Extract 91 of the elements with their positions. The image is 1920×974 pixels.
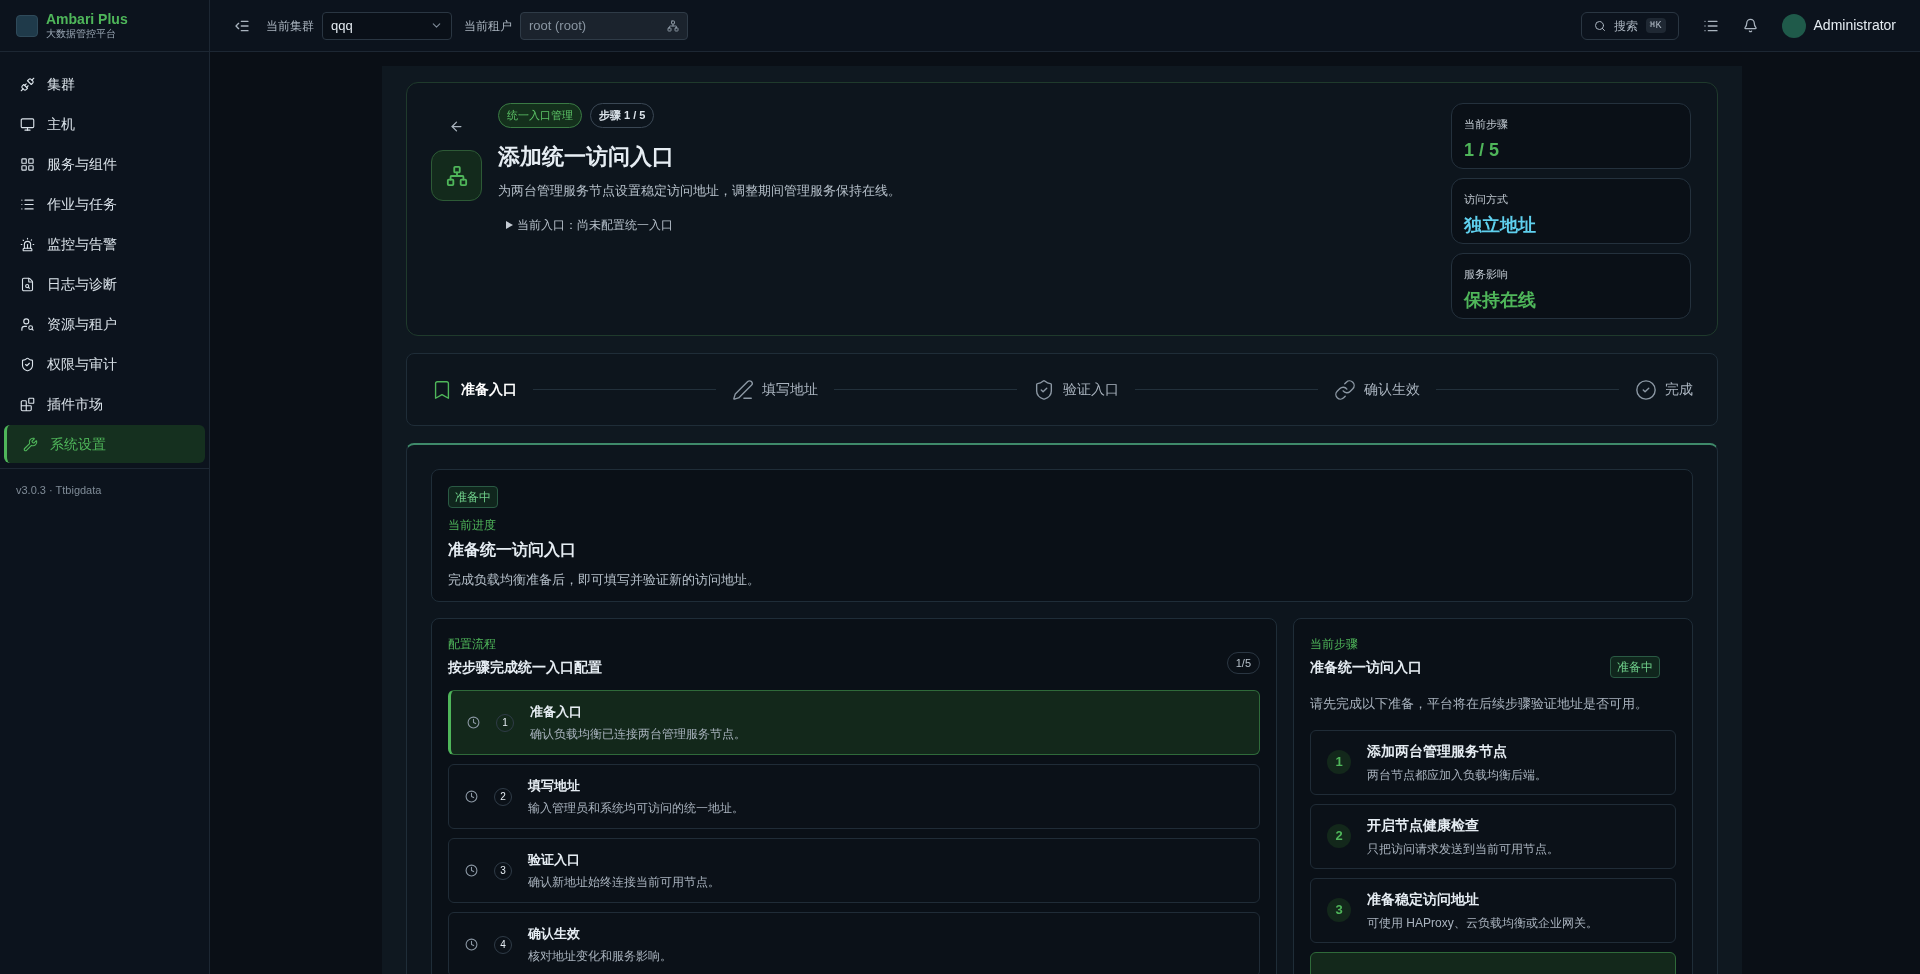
stat-value: 1 / 5 <box>1464 138 1501 162</box>
item-description: 可使用 HAProxy、云负载均衡或企业网关。 <box>1367 914 1598 932</box>
item-description: 两台节点都应加入负载均衡后端。 <box>1367 766 1547 784</box>
back-icon[interactable] <box>449 119 464 134</box>
plug-icon <box>20 76 35 92</box>
step-description: 输入管理员和系统均可访问的统一地址。 <box>528 800 744 818</box>
network-icon <box>431 150 482 201</box>
progress-description: 完成负载均衡准备后，即可填写并验证新的访问地址。 <box>448 571 760 589</box>
step-title: 验证入口 <box>528 850 581 869</box>
file-search-icon <box>20 276 35 292</box>
current-step-description: 请先完成以下准备，平台将在后续步骤验证地址是否可用。 <box>1310 695 1649 713</box>
cluster-select[interactable]: qqq <box>322 11 452 40</box>
sidebar-item[interactable]: 系统设置 <box>4 425 205 463</box>
flow-step-item[interactable]: 1 准备入口 确认负载均衡已连接两台管理服务节点。 <box>448 690 1260 755</box>
clock-icon <box>465 790 478 803</box>
item-title: 开启节点健康检查 <box>1367 815 1480 835</box>
step-description: 确认新地址始终连接当前可用节点。 <box>528 874 720 892</box>
sidebar-item[interactable]: 服务与组件 <box>4 145 205 183</box>
step-description: 确认负载均衡已连接两台管理服务节点。 <box>530 726 746 744</box>
status-badge: 准备中 <box>1610 656 1660 678</box>
monitor-icon <box>20 116 35 132</box>
sidebar-item[interactable]: 主机 <box>4 105 205 143</box>
stat-label: 服务影响 <box>1464 267 1509 282</box>
sidebar-item[interactable]: 资源与租户 <box>4 305 205 343</box>
step-tab[interactable]: 准备入口 <box>431 378 517 401</box>
network-icon <box>667 19 679 32</box>
blocks-icon <box>20 396 35 412</box>
step-tab[interactable]: 填写地址 <box>732 378 818 401</box>
sidebar-item[interactable]: 日志与诊断 <box>4 265 205 303</box>
version-text: v3.0.3 · Ttbigdata <box>16 484 102 496</box>
flow-title: 按步骤完成统一入口配置 <box>448 658 602 677</box>
tag: 统一入口管理 <box>498 103 582 128</box>
stat-label: 访问方式 <box>1464 192 1509 207</box>
brand-title: Ambari Plus <box>46 10 128 28</box>
list-icon <box>20 196 35 212</box>
sidebar-item[interactable]: 插件市场 <box>4 385 205 423</box>
step-description: 核对地址变化和服务影响。 <box>528 948 672 966</box>
stat-value: 独立地址 <box>1464 213 1537 237</box>
progress-eyebrow: 当前进度 <box>448 517 496 534</box>
clock-icon <box>465 864 478 877</box>
triangle-icon <box>506 221 513 229</box>
shield-icon <box>20 356 35 372</box>
sidebar-item[interactable]: 作业与任务 <box>4 185 205 223</box>
sidebar-item[interactable]: 集群 <box>4 65 205 103</box>
step-title: 填写地址 <box>528 776 581 795</box>
flow-eyebrow: 配置流程 <box>448 636 497 653</box>
step-tab[interactable]: 验证入口 <box>1033 378 1119 401</box>
stat-value: 保持在线 <box>1464 288 1537 312</box>
item-description: 只把访问请求发送到当前可用节点。 <box>1367 840 1559 858</box>
cluster-label: 当前集群 <box>266 17 314 35</box>
pen-icon <box>732 378 754 401</box>
stat-label: 当前步骤 <box>1464 117 1509 132</box>
progress-title: 准备统一访问入口 <box>448 540 576 560</box>
item-number: 2 <box>1327 824 1351 848</box>
notification-icon[interactable] <box>1742 18 1758 33</box>
siren-icon <box>20 236 35 252</box>
clock-icon <box>467 716 480 729</box>
current-step-title: 准备统一访问入口 <box>1310 658 1422 677</box>
check-circle-icon <box>1635 378 1657 401</box>
sidebar-item[interactable]: 监控与告警 <box>4 225 205 263</box>
user-search-icon <box>20 316 35 332</box>
grid-icon <box>20 156 35 172</box>
search-button[interactable]: 搜索 ⌘K <box>1580 11 1679 40</box>
tenant-label: 当前租户 <box>464 17 512 35</box>
page-description: 为两台管理服务节点设置稳定访问地址，调整期间管理服务保持在线。 <box>498 181 901 200</box>
user-name[interactable]: Administrator <box>1813 15 1896 36</box>
item-title: 添加两台管理服务节点 <box>1367 741 1508 761</box>
item-title: 准备稳定访问地址 <box>1367 889 1480 909</box>
brand-subtitle: 大数据管控平台 <box>46 28 117 41</box>
step-title: 准备入口 <box>530 702 583 721</box>
flow-step-item[interactable]: 4 确认生效 核对地址变化和服务影响。 <box>448 912 1260 974</box>
step-title: 确认生效 <box>528 924 581 943</box>
page-title: 添加统一访问入口 <box>498 142 675 171</box>
item-number: 3 <box>1327 898 1351 922</box>
current-entry-toggle[interactable]: 当前入口：尚未配置统一入口 <box>506 216 901 234</box>
item-number: 1 <box>1327 750 1351 774</box>
flow-step-item[interactable]: 3 验证入口 确认新地址始终连接当前可用节点。 <box>448 838 1260 903</box>
search-icon <box>1593 19 1606 32</box>
sidebar-item[interactable]: 权限与审计 <box>4 345 205 383</box>
step-tab[interactable]: 确认生效 <box>1334 378 1420 401</box>
logo-icon <box>16 14 38 37</box>
link-icon <box>1334 378 1356 401</box>
step-tab[interactable]: 完成 <box>1635 378 1693 401</box>
clock-icon <box>465 938 478 951</box>
wrench-icon <box>23 436 38 452</box>
status-badge: 准备中 <box>448 486 498 508</box>
tenant-field[interactable]: root (root) <box>520 11 688 40</box>
flow-step-item[interactable]: 2 填写地址 输入管理员和系统均可访问的统一地址。 <box>448 764 1260 829</box>
current-step-eyebrow: 当前步骤 <box>1310 636 1359 653</box>
shortcut-key: ⌘K <box>1645 18 1666 33</box>
shield-check-icon <box>1033 378 1055 401</box>
